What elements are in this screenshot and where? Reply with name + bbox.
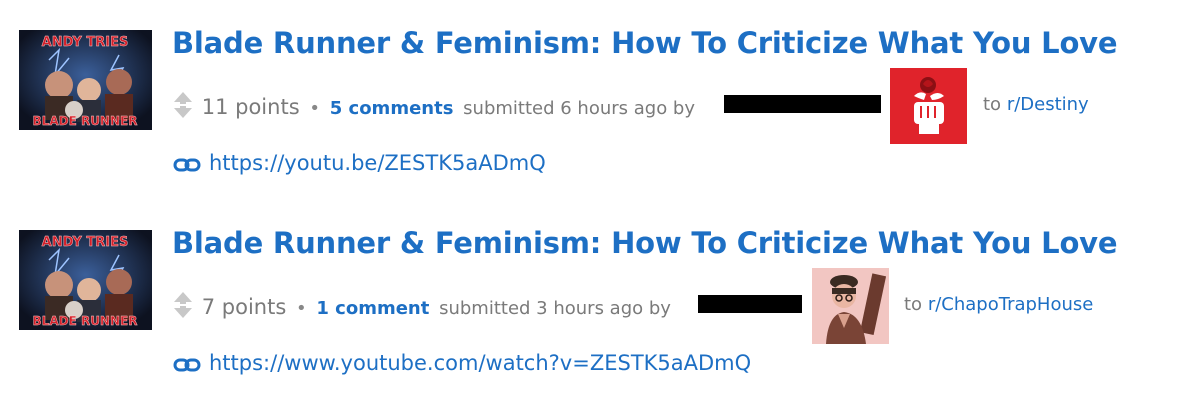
thumbnail-title-text: ANDY TRIES	[42, 35, 129, 50]
post-meta: 11 points • 5 comments submitted 6 hours…	[174, 92, 696, 119]
comments-link[interactable]: 5 comments	[330, 98, 454, 119]
to-prefix: to	[983, 94, 1002, 115]
submitted-text: submitted 3 hours ago by	[439, 298, 671, 319]
subreddit-link[interactable]: r/ChapoTrapHouse	[928, 294, 1094, 315]
user-avatar[interactable]	[812, 268, 889, 344]
user-avatar[interactable]	[890, 68, 967, 144]
post-score: 7 points	[201, 295, 287, 319]
redacted-username	[724, 95, 881, 113]
thumbnail-title-text: ANDY TRIES	[42, 235, 129, 250]
post-url-text[interactable]: https://youtu.be/ZESTK5aADmQ	[209, 151, 546, 175]
subreddit-link[interactable]: r/Destiny	[1007, 94, 1089, 115]
submitted-text: submitted 6 hours ago by	[463, 98, 696, 119]
post-meta: 7 points • 1 comment submitted 3 hours a…	[174, 292, 671, 319]
post-title[interactable]: Blade Runner & Feminism: How To Criticiz…	[172, 26, 1118, 60]
post-url[interactable]: https://www.youtube.com/watch?v=ZESTK5aA…	[173, 351, 751, 377]
rose-fist-icon	[890, 68, 967, 144]
meta-separator: •	[309, 98, 320, 119]
subreddit-info: to r/Destiny	[983, 94, 1089, 115]
post-url-text[interactable]: https://www.youtube.com/watch?v=ZESTK5aA…	[209, 351, 751, 375]
link-icon	[173, 353, 201, 377]
person-portrait-icon	[812, 268, 889, 344]
vote-arrows-icon[interactable]	[174, 92, 192, 123]
to-prefix: to	[904, 294, 923, 315]
post-score: 11 points	[201, 95, 300, 119]
post-title[interactable]: Blade Runner & Feminism: How To Criticiz…	[172, 226, 1118, 260]
comments-link[interactable]: 1 comment	[316, 298, 429, 319]
post-thumbnail[interactable]: ANDY TRIES BLADE RUNNER	[19, 230, 152, 330]
thumbnail-subtitle-text: BLADE RUNNER	[33, 314, 138, 328]
redacted-username	[698, 295, 802, 313]
meta-separator: •	[296, 298, 307, 319]
link-icon	[173, 153, 201, 177]
post-url[interactable]: https://youtu.be/ZESTK5aADmQ	[173, 151, 546, 177]
thumbnail-subtitle-text: BLADE RUNNER	[33, 114, 138, 128]
post-thumbnail[interactable]: ANDY TRIES BLADE RUNNER	[19, 30, 152, 130]
post-entry: ANDY TRIES BLADE RUNNER Blade Runner & F…	[0, 0, 1200, 200]
subreddit-info: to r/ChapoTrapHouse	[904, 294, 1093, 315]
vote-arrows-icon[interactable]	[174, 292, 192, 323]
post-entry: ANDY TRIES BLADE RUNNER Blade Runner & F…	[0, 200, 1200, 400]
